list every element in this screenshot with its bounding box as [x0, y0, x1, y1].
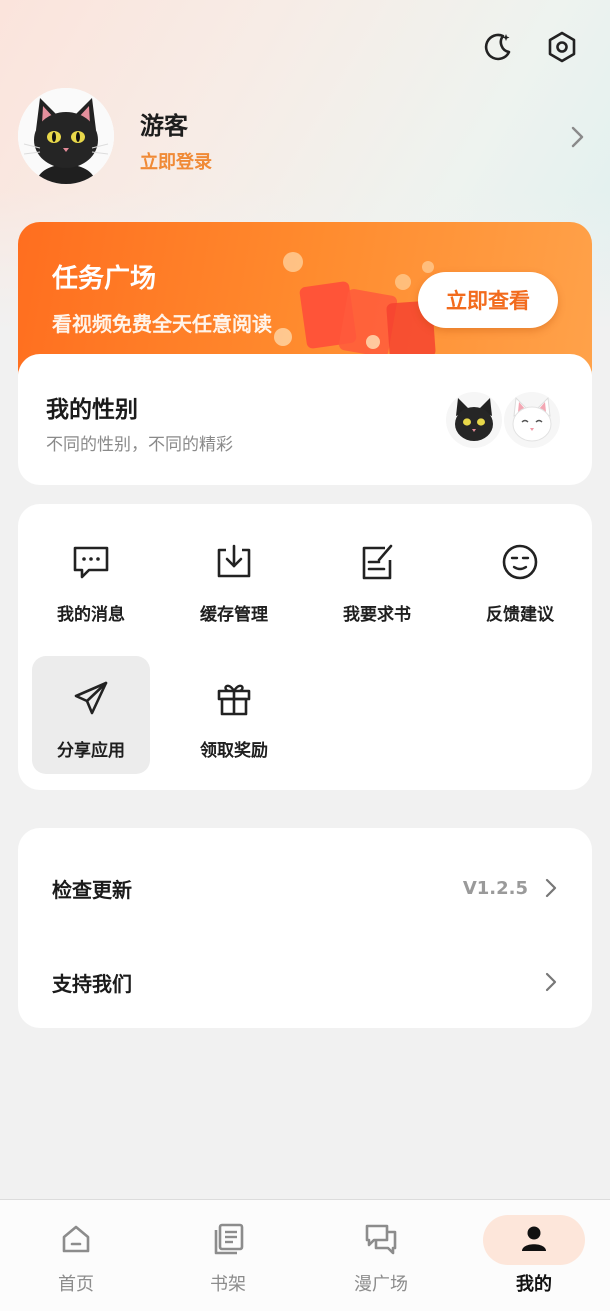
chevron-right-icon [545, 972, 557, 992]
message-icon [73, 546, 109, 579]
tab-comic-square[interactable]: 漫广场 [331, 1212, 431, 1295]
send-icon [74, 681, 108, 715]
chevron-right-icon [545, 878, 557, 898]
edit-note-icon [362, 544, 393, 580]
user-icon [522, 1226, 546, 1251]
dark-mode-button[interactable] [478, 27, 518, 67]
gender-title: 我的性别 [46, 397, 138, 423]
support-us-label: 支持我们 [52, 972, 132, 996]
black-cat-icon [455, 398, 493, 441]
settings-button[interactable] [542, 27, 582, 67]
gift-icon [217, 684, 251, 716]
gender-card[interactable]: 我的性别 不同的性别，不同的精彩 [18, 354, 592, 485]
grid-label: 缓存管理 [200, 605, 268, 625]
username: 游客 [140, 112, 188, 140]
grid-item-cache[interactable]: 缓存管理 [175, 520, 293, 638]
bottom-tab-bar: 首页 书架 漫广场 我的 [0, 1199, 610, 1311]
avatar[interactable] [18, 88, 114, 184]
grid-item-rewards[interactable]: 领取奖励 [175, 656, 293, 774]
tab-bookshelf[interactable]: 书架 [178, 1212, 278, 1295]
grid-label: 反馈建议 [486, 605, 554, 625]
profile-section[interactable]: 游客 立即登录 [18, 88, 592, 188]
view-now-button[interactable]: 立即查看 [418, 272, 558, 328]
support-us-row[interactable]: 支持我们 [18, 930, 592, 1020]
male-option[interactable] [446, 392, 502, 448]
chat-icon [365, 1224, 397, 1255]
feature-grid: 我的消息 缓存管理 我要求书 反馈建议 分享应用 领取奖励 [18, 504, 592, 790]
version-label: V1.2.5 [462, 878, 528, 899]
home-icon [62, 1225, 90, 1253]
tab-home[interactable]: 首页 [26, 1212, 126, 1295]
female-option[interactable] [504, 392, 560, 448]
grid-item-request-book[interactable]: 我要求书 [318, 520, 436, 638]
grid-label: 我要求书 [343, 605, 411, 625]
download-icon [217, 544, 251, 578]
check-update-row[interactable]: 检查更新 V1.2.5 [18, 836, 592, 926]
task-title: 任务广场 [52, 264, 157, 294]
moon-icon [484, 33, 511, 61]
bookshelf-icon [214, 1223, 244, 1255]
grid-label: 我的消息 [57, 605, 125, 625]
gender-subtitle: 不同的性别，不同的精彩 [46, 435, 233, 455]
grid-item-feedback[interactable]: 反馈建议 [461, 520, 579, 638]
grid-item-share[interactable]: 分享应用 [32, 656, 150, 774]
grid-label: 领取奖励 [200, 741, 268, 761]
grid-item-messages[interactable]: 我的消息 [32, 520, 150, 638]
black-cat-avatar-icon [18, 88, 114, 184]
check-update-label: 检查更新 [52, 878, 132, 902]
face-icon [502, 544, 538, 580]
tab-label: 书架 [210, 1274, 246, 1295]
tab-label: 我的 [516, 1274, 552, 1295]
tab-label: 漫广场 [354, 1274, 408, 1295]
chevron-right-icon [571, 126, 584, 148]
gear-icon [548, 31, 576, 63]
grid-label: 分享应用 [57, 741, 125, 761]
settings-card: 检查更新 V1.2.5 支持我们 [18, 828, 592, 1028]
login-link[interactable]: 立即登录 [140, 148, 212, 174]
task-subtitle: 看视频免费全天任意阅读 [52, 312, 272, 336]
tab-label: 首页 [58, 1274, 94, 1295]
white-cat-icon [512, 396, 552, 442]
tab-mine[interactable]: 我的 [484, 1212, 584, 1295]
